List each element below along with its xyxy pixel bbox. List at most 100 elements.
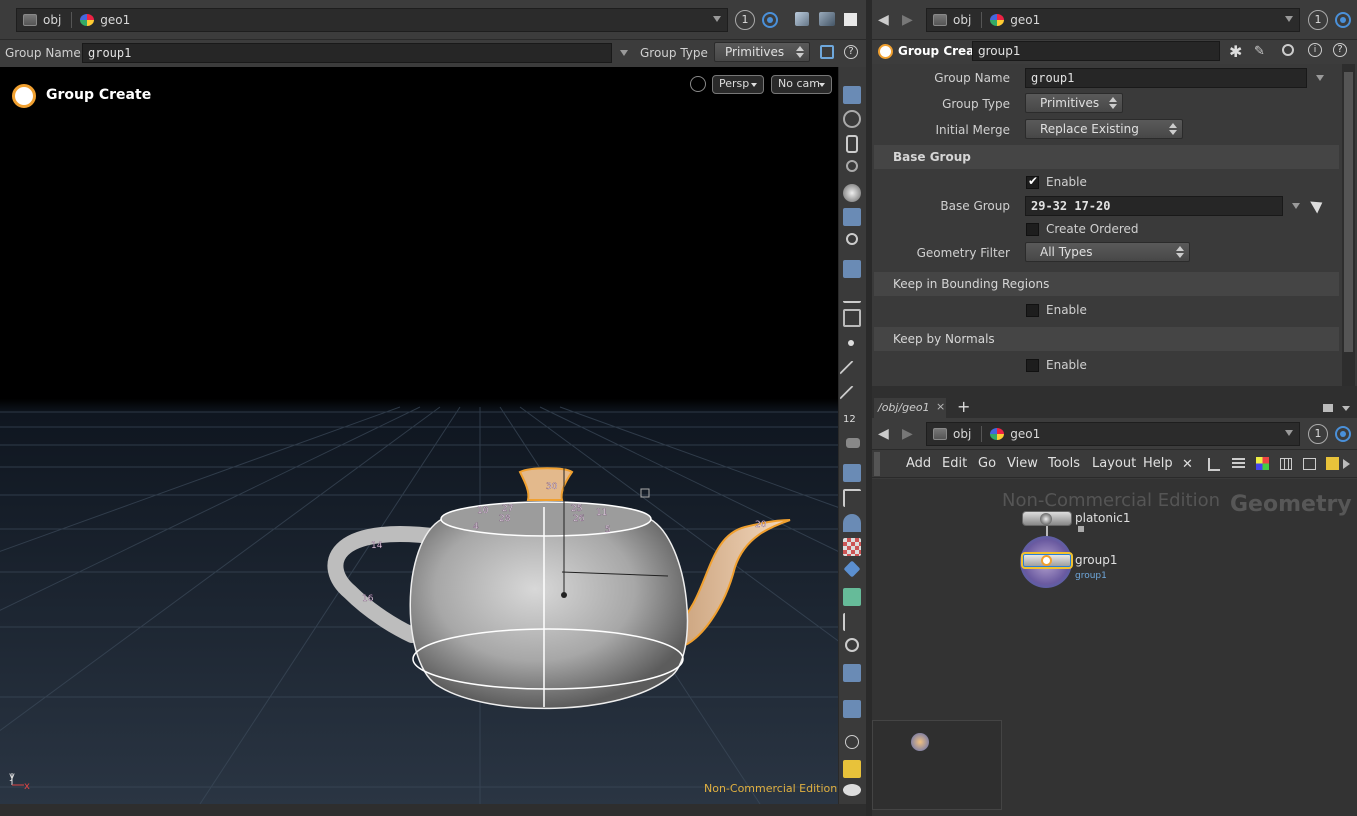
crumb-obj[interactable]: obj xyxy=(933,13,971,27)
add-tab-button[interactable]: + xyxy=(957,397,970,416)
menu-layout[interactable]: Layout xyxy=(1092,456,1136,471)
menu-go[interactable]: Go xyxy=(978,456,996,471)
menu-edit[interactable]: Edit xyxy=(942,456,967,471)
group-name-field[interactable]: group1 xyxy=(82,43,612,63)
grid-layout-icon[interactable] xyxy=(843,760,861,778)
help-icon[interactable]: ? xyxy=(844,45,858,59)
guide-icon[interactable] xyxy=(843,588,861,606)
visualize-icon[interactable] xyxy=(845,638,859,652)
uv-icon[interactable] xyxy=(843,514,861,532)
select-mode-icon[interactable] xyxy=(843,285,861,303)
pane-menu-icon[interactable] xyxy=(1323,404,1333,412)
link-target-icon[interactable] xyxy=(1335,426,1351,442)
menu-add[interactable]: Add xyxy=(906,456,931,471)
search-icon[interactable] xyxy=(1282,44,1294,56)
network-overview[interactable] xyxy=(872,720,1002,810)
menu-help[interactable]: Help xyxy=(1143,456,1173,471)
point-numbers-icon[interactable]: 12 xyxy=(843,414,861,432)
base-group-section[interactable]: Base Group xyxy=(874,145,1339,169)
back-arrow-icon[interactable]: ◀ xyxy=(878,12,889,28)
wrench-icon[interactable]: ✕ xyxy=(1182,457,1193,472)
display-mode-icon[interactable] xyxy=(843,86,861,104)
grid-icon[interactable] xyxy=(1280,458,1292,470)
light-bulb-icon[interactable] xyxy=(846,233,858,245)
tree-view-icon[interactable] xyxy=(1208,458,1220,471)
normals-section[interactable]: Keep by Normals xyxy=(874,327,1339,351)
left-path-field[interactable]: obj geo1 xyxy=(16,8,728,32)
normals-enable-checkbox[interactable] xyxy=(1026,359,1039,372)
info-icon[interactable]: i xyxy=(1308,43,1322,57)
node-group1[interactable] xyxy=(1021,552,1073,569)
network-tab[interactable]: /obj/geo1 × xyxy=(874,398,946,418)
lock-icon[interactable] xyxy=(846,135,858,153)
camera-menu[interactable]: No cam xyxy=(771,75,832,94)
initial-merge-menu[interactable]: Replace Existing xyxy=(1025,119,1183,139)
show-handles-icon[interactable] xyxy=(843,110,861,128)
snap-icon[interactable] xyxy=(843,613,861,631)
layout-icon[interactable] xyxy=(1303,458,1316,470)
pin-icon[interactable] xyxy=(843,700,861,718)
point-display-icon[interactable] xyxy=(848,340,854,346)
crumb-obj[interactable]: obj xyxy=(23,13,61,27)
select-tool-icon[interactable] xyxy=(820,45,834,59)
base-group-enable-checkbox[interactable] xyxy=(1026,174,1039,189)
edge-icon[interactable] xyxy=(843,489,861,507)
brush-icon[interactable]: ✎ xyxy=(1254,44,1265,59)
display-options-icon[interactable] xyxy=(819,12,835,26)
link-target-icon[interactable] xyxy=(1335,12,1351,28)
help-icon[interactable]: ? xyxy=(1333,43,1347,57)
info-icon[interactable] xyxy=(845,735,859,749)
pin-number-button[interactable]: 1 xyxy=(1308,424,1328,444)
create-ordered-checkbox[interactable] xyxy=(1026,223,1039,236)
prim-normals-icon[interactable] xyxy=(846,438,860,448)
maximize-icon[interactable] xyxy=(844,13,857,26)
close-icon[interactable]: × xyxy=(936,400,945,413)
group-name-dropdown[interactable] xyxy=(1309,68,1329,88)
checker-icon[interactable] xyxy=(843,538,861,556)
chevron-down-icon[interactable] xyxy=(713,16,721,22)
lighting-icon[interactable] xyxy=(843,208,861,226)
group-type-menu[interactable]: Primitives xyxy=(1025,93,1123,113)
persp-menu[interactable]: Persp xyxy=(712,75,764,94)
crumb-geo1[interactable]: geo1 xyxy=(80,13,130,27)
background-image-icon[interactable] xyxy=(843,664,861,682)
prim-numbers-icon[interactable] xyxy=(843,464,861,482)
transform-icon[interactable] xyxy=(843,309,861,327)
snapshot-icon[interactable] xyxy=(690,76,706,92)
wire-ghost-icon[interactable] xyxy=(846,160,858,172)
forward-arrow-icon[interactable]: ▶ xyxy=(902,426,913,442)
crumb-geo1[interactable]: geo1 xyxy=(990,13,1040,27)
scroll-thumb[interactable] xyxy=(1344,72,1353,352)
link-target-icon[interactable] xyxy=(762,12,778,28)
menu-view[interactable]: View xyxy=(1007,456,1038,471)
camera-icon[interactable] xyxy=(843,260,861,278)
gear-icon[interactable]: ✱ xyxy=(1229,42,1242,61)
node-name-field[interactable]: group1 xyxy=(972,41,1220,61)
group-name-dropdown[interactable] xyxy=(614,43,632,63)
base-group-dropdown[interactable] xyxy=(1285,196,1305,216)
eye-icon[interactable] xyxy=(843,784,861,796)
pin-number-button[interactable]: 1 xyxy=(735,10,755,30)
menu-collapse-handle[interactable] xyxy=(874,452,880,476)
scene-viewport[interactable]: 30 10 27 28 4 25 26 11 5 14 16 20 y x Gr… xyxy=(0,67,838,804)
crumb-obj[interactable]: obj xyxy=(933,427,971,441)
node-platonic1[interactable] xyxy=(1022,511,1072,526)
back-arrow-icon[interactable]: ◀ xyxy=(878,426,889,442)
color-palette-icon[interactable] xyxy=(1256,457,1269,470)
pin-number-button[interactable]: 1 xyxy=(1308,10,1328,30)
chevron-down-icon[interactable] xyxy=(1285,16,1293,22)
base-group-field[interactable]: 29-32 17-20 xyxy=(1025,196,1283,216)
menu-tools[interactable]: Tools xyxy=(1048,456,1080,471)
group-name-field[interactable]: group1 xyxy=(1025,68,1307,88)
chevron-down-icon[interactable] xyxy=(1342,406,1350,411)
list-view-icon[interactable] xyxy=(1232,458,1245,470)
group-type-menu[interactable]: Primitives xyxy=(714,42,810,62)
sticky-note-icon[interactable] xyxy=(1326,457,1339,470)
more-arrow-icon[interactable] xyxy=(1343,459,1350,469)
geometry-filter-menu[interactable]: All Types xyxy=(1025,242,1190,262)
pane-splitter[interactable] xyxy=(872,386,1357,398)
bounding-enable-checkbox[interactable] xyxy=(1026,304,1039,317)
crumb-geo1[interactable]: geo1 xyxy=(990,427,1040,441)
forward-arrow-icon[interactable]: ▶ xyxy=(902,12,913,28)
shading-icon[interactable] xyxy=(843,184,861,202)
